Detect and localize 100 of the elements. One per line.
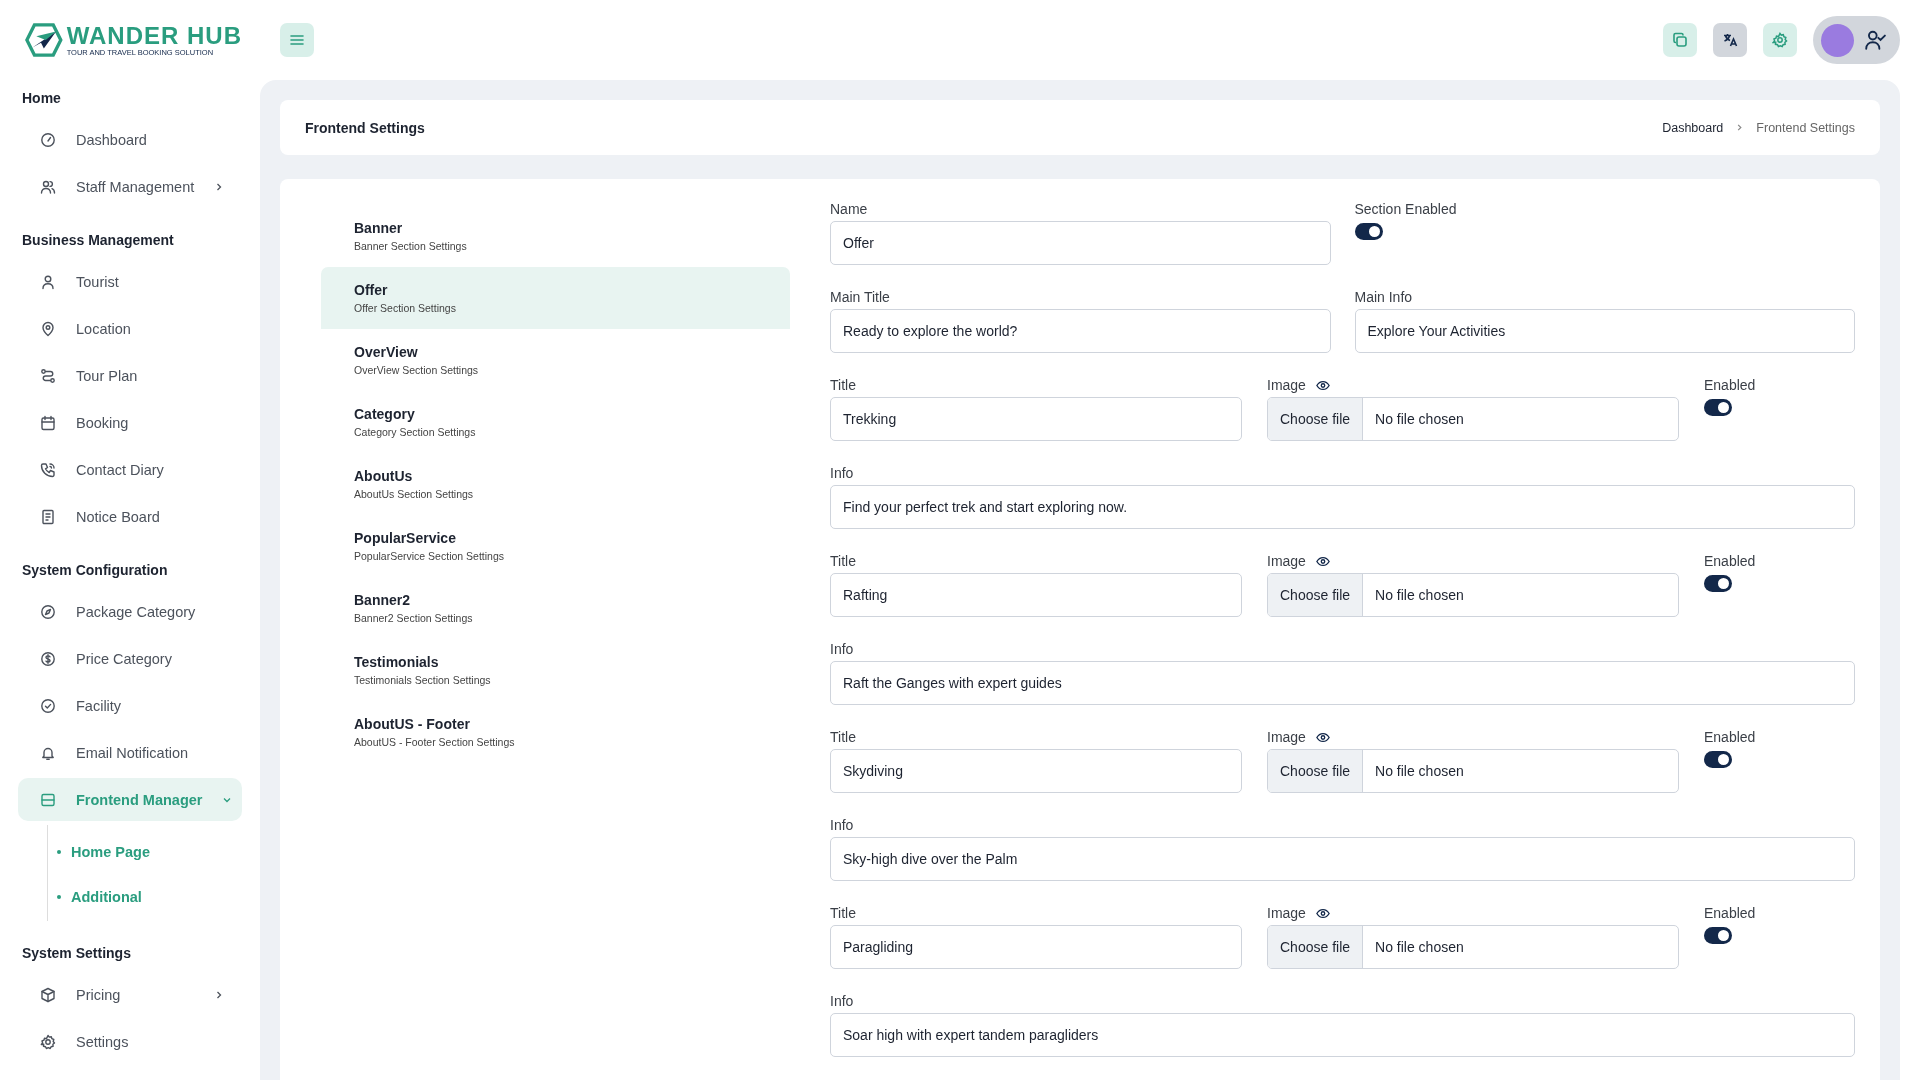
section-title: AboutUS - Footer — [354, 716, 470, 732]
section-list-item[interactable]: AboutUS - Footer AboutUS - Footer Section Settings — [321, 701, 790, 763]
section-title: AboutUs — [354, 468, 413, 484]
check-icon — [40, 697, 56, 714]
input-field[interactable]: Soar high with expert tandem paragliders — [830, 1013, 1855, 1057]
field-label: Info — [830, 993, 854, 1009]
section-subtitle: PopularService Section Settings — [354, 550, 504, 562]
toggle-switch[interactable] — [1704, 399, 1732, 416]
eye-icon[interactable] — [1315, 379, 1330, 391]
section-list-item[interactable]: Category Category Section Settings — [321, 391, 790, 453]
section-list-item[interactable]: AboutUs AboutUs Section Settings — [321, 453, 790, 515]
input-field[interactable]: Sky-high dive over the Palm — [830, 837, 1855, 881]
toggle-switch[interactable] — [1704, 751, 1732, 768]
input-field[interactable]: Raft the Ganges with expert guides — [830, 661, 1855, 705]
section-list-item[interactable]: PopularService PopularService Section Settings — [321, 515, 790, 577]
field-label: Title — [830, 729, 856, 745]
sidebar-item[interactable]: Booking — [18, 401, 242, 444]
notice-icon — [40, 508, 56, 525]
section-title: Banner — [354, 220, 403, 236]
sidebar-item[interactable]: Notice Board — [18, 495, 242, 538]
field-label: Name — [830, 201, 868, 217]
input-field[interactable]: Paragliding — [830, 925, 1242, 969]
eye-icon[interactable] — [1315, 907, 1330, 919]
avatar — [1821, 23, 1854, 57]
copy-button[interactable] — [1663, 23, 1697, 57]
field-label: Image — [1267, 905, 1306, 921]
pin-icon — [40, 320, 56, 337]
field-label: Enabled — [1704, 729, 1756, 745]
choose-file-button[interactable]: Choose file — [1268, 926, 1364, 968]
input-field[interactable]: Offer — [830, 221, 1331, 265]
toggle-switch[interactable] — [1704, 927, 1732, 944]
section-subtitle: Offer Section Settings — [354, 302, 456, 314]
sidebar-item[interactable]: Package Category — [18, 590, 242, 633]
calendar-icon — [40, 414, 56, 431]
sidebar-item[interactable]: Tour Plan — [18, 354, 242, 397]
input-field[interactable]: Skydiving — [830, 749, 1242, 793]
section-title: Testimonials — [354, 654, 439, 670]
field-label: Enabled — [1704, 905, 1756, 921]
section-title: OverView — [354, 344, 418, 360]
users-icon — [40, 178, 56, 195]
input-field[interactable]: Trekking — [830, 397, 1242, 441]
breadcrumb-item[interactable]: Dashboard — [1662, 120, 1724, 135]
section-list-item[interactable]: Banner2 Banner2 Section Settings — [321, 577, 790, 639]
file-input[interactable]: Choose file No file chosen — [1267, 573, 1679, 617]
field-label: Enabled — [1704, 553, 1756, 569]
sidebar-item[interactable]: Location — [18, 307, 242, 350]
section-list-item[interactable]: Offer Offer Section Settings — [321, 267, 790, 329]
input-field[interactable]: Rafting — [830, 573, 1242, 617]
eye-icon[interactable] — [1315, 731, 1330, 743]
file-status: No file chosen — [1374, 938, 1465, 957]
file-status: No file chosen — [1374, 586, 1465, 605]
input-field[interactable]: Explore Your Activities — [1354, 309, 1855, 353]
section-subtitle: OverView Section Settings — [354, 364, 479, 376]
sidebar-item[interactable]: Facility — [18, 684, 242, 727]
eye-icon[interactable] — [1315, 555, 1330, 567]
settings-button[interactable] — [1763, 23, 1797, 57]
section-title: Banner2 — [354, 592, 411, 608]
menu-icon — [289, 32, 305, 48]
section-list-item[interactable]: OverView OverView Section Settings — [321, 329, 790, 391]
field-label: Info — [830, 465, 854, 481]
section-subtitle: Category Section Settings — [354, 426, 476, 438]
sidebar-item[interactable]: Dashboard — [18, 118, 242, 161]
file-input[interactable]: Choose file No file chosen — [1267, 749, 1679, 793]
menu-button[interactable] — [280, 23, 314, 57]
sidebar-item[interactable]: Contact Diary — [18, 448, 242, 491]
toggle-switch[interactable] — [1354, 223, 1383, 240]
sidebar-heading: System Configuration — [22, 561, 169, 580]
choose-file-button[interactable]: Choose file — [1268, 398, 1364, 440]
sidebar-item[interactable]: Price Category — [18, 637, 242, 680]
brand-name: WANDER HUB — [66, 23, 242, 48]
page-title: Frontend Settings — [305, 119, 425, 136]
route-icon — [40, 367, 56, 384]
choose-file-button[interactable]: Choose file — [1268, 750, 1364, 792]
field-label: Image — [1267, 377, 1306, 393]
phone-icon — [40, 461, 56, 478]
file-input[interactable]: Choose file No file chosen — [1267, 397, 1679, 441]
translate-icon — [1722, 32, 1738, 48]
translate-button[interactable] — [1713, 23, 1747, 57]
section-list-item[interactable]: Banner Banner Section Settings — [321, 205, 790, 267]
sidebar-heading: Business Management — [22, 231, 175, 250]
file-input[interactable]: Choose file No file chosen — [1267, 925, 1679, 969]
sidebar-item[interactable]: Settings — [18, 1020, 242, 1063]
toggle-switch[interactable] — [1704, 575, 1732, 592]
sidebar-item[interactable]: Pricing — [18, 973, 242, 1016]
field-label: Main Title — [830, 289, 890, 305]
layout-icon — [40, 791, 56, 808]
section-subtitle: AboutUS - Footer Section Settings — [354, 736, 515, 748]
choose-file-button[interactable]: Choose file — [1268, 574, 1364, 616]
compass-icon — [40, 603, 56, 620]
dollar-icon — [40, 650, 56, 667]
input-field[interactable]: Find your perfect trek and start exploring now. — [830, 485, 1855, 529]
sidebar-item[interactable]: Staff Management — [18, 165, 242, 208]
section-subtitle: Testimonials Section Settings — [354, 674, 491, 686]
section-title: Offer — [354, 282, 388, 298]
section-list-item[interactable]: Testimonials Testimonials Section Settings — [321, 639, 790, 701]
profile-menu[interactable] — [1813, 16, 1900, 64]
sidebar-item[interactable]: Email Notification — [18, 731, 242, 774]
sidebar-item[interactable]: Tourist — [18, 260, 242, 303]
input-field[interactable]: Ready to explore the world? — [830, 309, 1331, 353]
field-label: Image — [1267, 729, 1306, 745]
